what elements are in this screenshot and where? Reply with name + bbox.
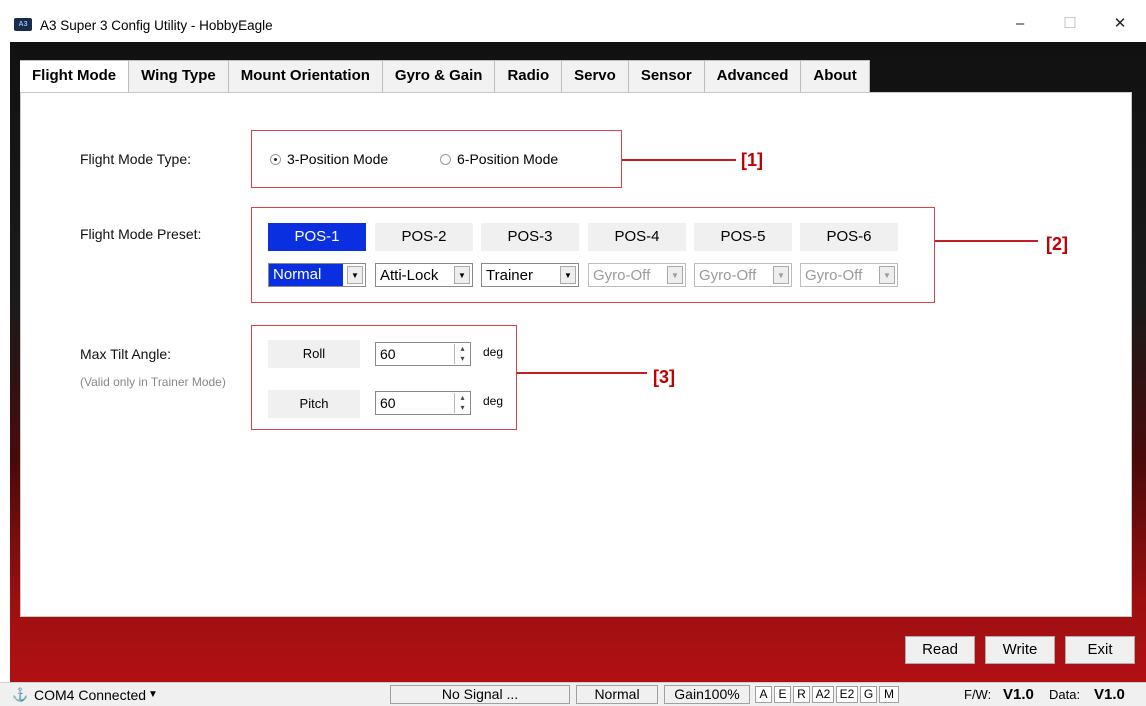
select-value: Gyro-Off [593,266,651,284]
pos-5-button[interactable]: POS-5 [694,223,792,251]
radio-label: 3-Position Mode [287,151,389,167]
app-icon: A3 [14,18,32,31]
tab-servo[interactable]: Servo [562,60,629,92]
mode-status: Normal [576,685,658,704]
flight-mode-type-label: Flight Mode Type: [80,151,192,167]
radio-6-position[interactable]: 6-Position Mode [440,151,558,167]
tab-bar: Flight Mode Wing Type Mount Orientation … [20,60,870,94]
tab-flight-mode[interactable]: Flight Mode [20,60,130,94]
roll-label: Roll [268,340,360,368]
exit-button[interactable]: Exit [1065,636,1135,664]
max-tilt-label: Max Tilt Angle: [80,346,172,362]
select-value: Trainer [486,266,533,284]
data-version: V1.0 [1094,686,1125,703]
channel-r: R [793,686,810,703]
callout-label-2: [2] [1046,234,1068,254]
callout-line-1 [622,159,736,161]
trainer-note: (Valid only in Trainer Mode) [80,375,226,389]
gain-status: Gain100% [664,685,750,704]
pos-1-button[interactable]: POS-1 [268,223,366,251]
callout-label-1: [1] [741,150,763,170]
roll-value: 60 [380,346,396,362]
status-bar: ⚓ COM4 Connected ▼ No Signal ... Normal … [0,682,1146,706]
spin-arrows-icon[interactable]: ▴ ▾ [454,344,470,364]
chevron-down-icon: ▼ [879,266,895,284]
radio-label: 6-Position Mode [457,151,559,167]
channel-m: M [879,686,899,703]
radio-3-position[interactable]: 3-Position Mode [270,151,388,167]
pos-5-mode-select: Gyro-Off ▼ [694,263,792,287]
callout-line-2 [935,240,1038,242]
flight-mode-preset-label: Flight Mode Preset: [80,226,202,242]
channel-e2: E2 [836,686,858,703]
close-button[interactable]: ✕ [1100,12,1140,36]
chevron-down-icon: ▼ [773,266,789,284]
chevron-down-icon: ▼ [560,266,576,284]
tab-wing-type[interactable]: Wing Type [129,60,229,92]
tab-advanced[interactable]: Advanced [704,60,802,92]
chevron-down-icon: ▼ [454,266,470,284]
title-bar: A3 A3 Super 3 Config Utility - HobbyEagl… [0,0,1146,42]
pitch-spinbox[interactable]: 60 ▴ ▾ [375,391,471,415]
radio-dot-icon [270,153,281,165]
write-button[interactable]: Write [985,636,1055,664]
select-value: Gyro-Off [699,266,757,284]
callout-label-3: [3] [653,367,675,387]
pos-4-mode-select: Gyro-Off ▼ [588,263,686,287]
chevron-down-icon: ▼ [667,266,683,284]
roll-unit: deg [483,345,504,359]
pos-6-mode-select: Gyro-Off ▼ [800,263,898,287]
signal-status: No Signal ... [390,685,570,704]
tab-sensor[interactable]: Sensor [628,60,705,92]
pos-2-button[interactable]: POS-2 [375,223,473,251]
tab-about[interactable]: About [801,60,870,92]
pitch-value: 60 [380,395,396,411]
channel-g: G [860,686,877,703]
read-button[interactable]: Read [905,636,975,664]
pitch-unit: deg [483,394,504,408]
connection-icon: ⚓ [12,687,29,702]
callout-line-3 [517,372,647,374]
minimize-button[interactable]: – [1000,12,1040,36]
spin-arrows-icon[interactable]: ▴ ▾ [454,393,470,413]
pos-3-button[interactable]: POS-3 [481,223,579,251]
connection-status[interactable]: COM4 Connected [34,686,146,704]
tab-radio[interactable]: Radio [495,60,563,92]
channel-a2: A2 [812,686,834,703]
roll-spinbox[interactable]: 60 ▴ ▾ [375,342,471,366]
fw-label: F/W: [964,687,992,702]
pos-3-mode-select[interactable]: Trainer ▼ [481,263,579,287]
pos-6-button[interactable]: POS-6 [800,223,898,251]
pos-1-mode-select[interactable]: Normal ▼ [268,263,366,287]
tab-gyro-gain[interactable]: Gyro & Gain [382,60,496,92]
tab-mount-orientation[interactable]: Mount Orientation [228,60,383,92]
select-value: Atti-Lock [380,266,439,284]
maximize-button[interactable]: ☐ [1050,12,1090,36]
chevron-down-icon[interactable]: ▼ [148,686,158,704]
pitch-label: Pitch [268,390,360,418]
radio-dot-icon [440,153,451,165]
window-title: A3 Super 3 Config Utility - HobbyEagle [40,18,273,33]
chevron-down-icon: ▼ [347,266,363,284]
select-value: Gyro-Off [805,266,863,284]
callout-box-2 [251,207,935,303]
fw-version: V1.0 [1003,686,1034,703]
pos-2-mode-select[interactable]: Atti-Lock ▼ [375,263,473,287]
pos-4-button[interactable]: POS-4 [588,223,686,251]
select-value: Normal [269,264,343,286]
channel-e: E [774,686,791,703]
data-label: Data: [1049,687,1081,702]
channel-a: A [755,686,772,703]
